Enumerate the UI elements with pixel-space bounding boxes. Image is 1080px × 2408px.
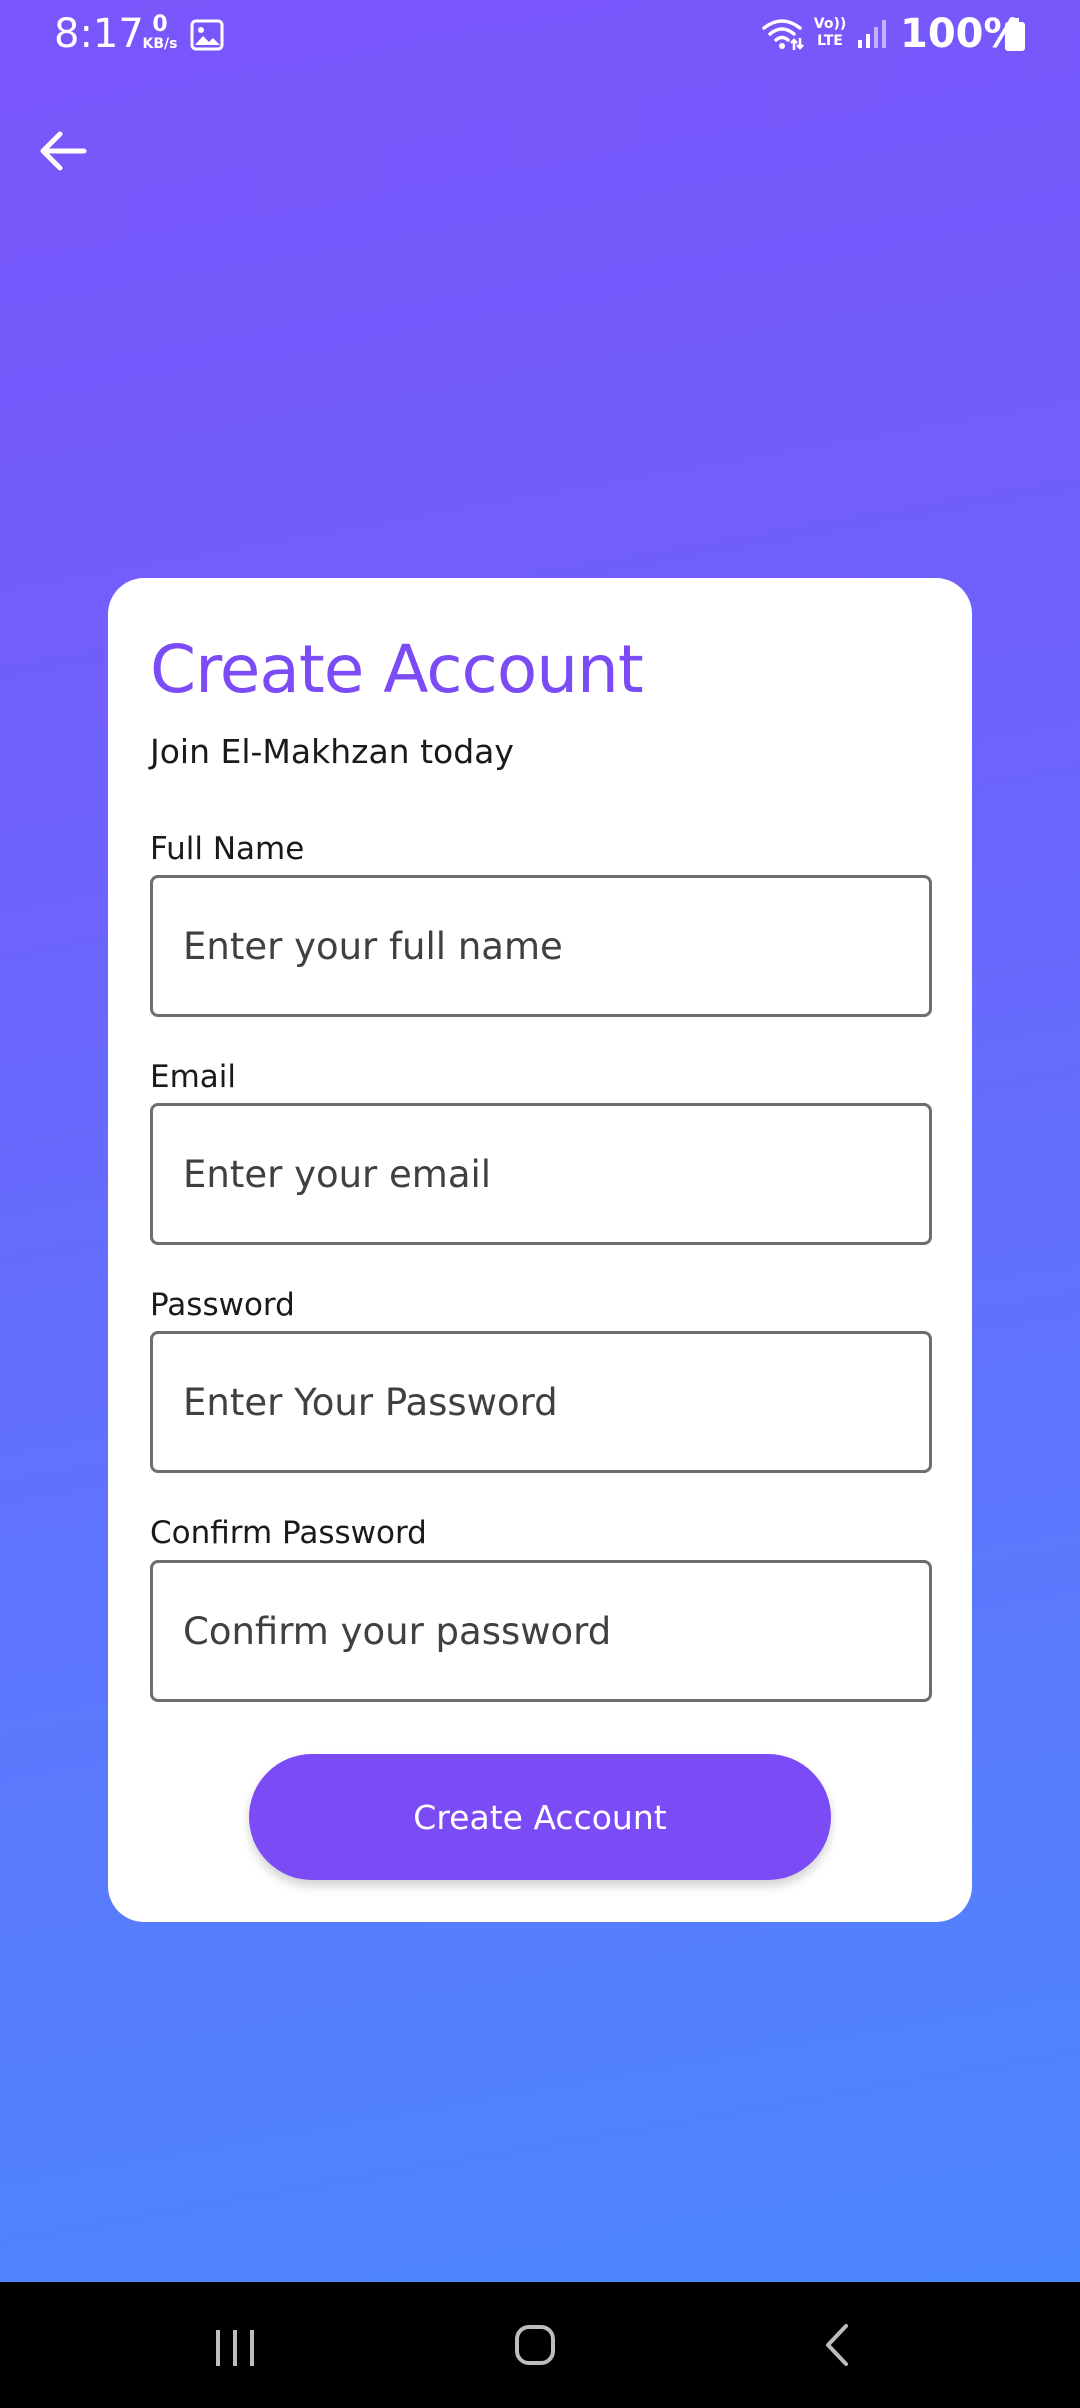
wifi-icon: [762, 19, 804, 50]
password-field-box: [150, 1331, 932, 1473]
confirm-password-input[interactable]: [153, 1563, 929, 1699]
battery-icon: [1005, 18, 1025, 51]
confirm-password-field-box: [150, 1560, 932, 1702]
password-label: Password: [150, 1287, 295, 1323]
status-bar: 8:17 0 KB/s Vo)) LTE 100%: [0, 0, 1080, 70]
recents-icon[interactable]: [200, 2310, 270, 2380]
status-time: 8:17: [54, 11, 144, 57]
confirm-password-label: Confirm Password: [150, 1515, 427, 1551]
page-subtitle: Join El-Makhzan today: [150, 732, 514, 771]
home-icon[interactable]: [500, 2310, 570, 2380]
full-name-label: Full Name: [150, 831, 305, 867]
volte-top: Vo)): [813, 16, 847, 32]
email-label: Email: [150, 1059, 237, 1095]
volte-indicator: Vo)) LTE: [812, 16, 848, 50]
full-name-input[interactable]: [153, 878, 929, 1014]
system-nav-bar: [0, 2282, 1080, 2408]
create-account-button[interactable]: Create Account: [249, 1754, 831, 1880]
signal-icon: [858, 20, 886, 48]
network-speed-value: 0: [152, 12, 168, 37]
password-input[interactable]: [153, 1334, 929, 1470]
email-field-box: [150, 1103, 932, 1245]
image-icon: [190, 19, 224, 51]
page-title: Create Account: [150, 631, 644, 708]
network-speed: 0 KB/s: [138, 12, 182, 53]
chevron-left-icon[interactable]: [804, 2310, 874, 2380]
arrow-left-icon[interactable]: [30, 118, 96, 184]
full-name-field-box: [150, 875, 932, 1017]
signup-screen: 8:17 0 KB/s Vo)) LTE 100% Create Account…: [0, 0, 1080, 2408]
volte-bottom: LTE: [817, 33, 843, 49]
email-input[interactable]: [153, 1106, 929, 1242]
network-speed-unit: KB/s: [142, 36, 178, 52]
signup-card: Create Account Join El-Makhzan today Ful…: [108, 578, 972, 1922]
